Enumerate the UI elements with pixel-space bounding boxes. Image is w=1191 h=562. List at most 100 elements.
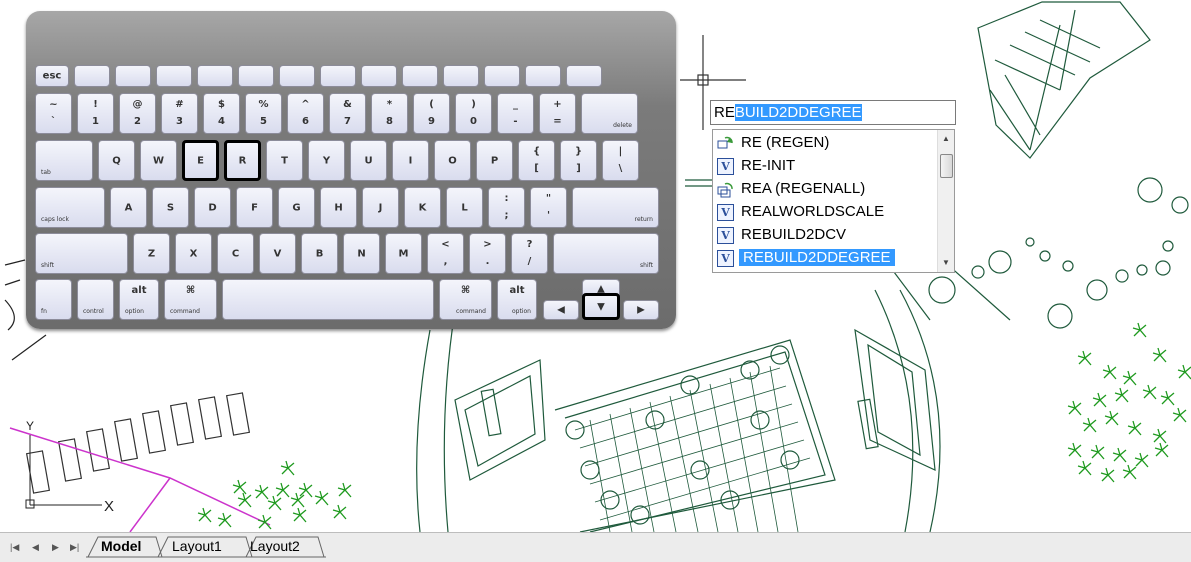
key-k: K	[404, 187, 441, 228]
plant-symbol	[280, 460, 295, 476]
plant-symbol	[1090, 444, 1105, 460]
key-tab: tab	[35, 140, 93, 181]
key-tab-label: tab	[41, 169, 51, 176]
key-space	[222, 279, 434, 320]
key-d-label: D	[208, 202, 217, 213]
key-9-label: 9	[428, 116, 435, 127]
plant-symbol	[232, 479, 247, 495]
key-f1	[74, 65, 110, 87]
plant-symbol	[1154, 442, 1169, 458]
scrollbar-thumb[interactable]	[940, 154, 953, 178]
key-down-arrow-label: ▼	[597, 301, 605, 312]
key-left-arrow-label: ◀	[557, 304, 565, 316]
key-h-label: H	[334, 202, 343, 213]
key-control-label: control	[83, 308, 104, 315]
key-punct-2-label: |	[618, 146, 623, 157]
key-p-label: P	[490, 155, 499, 166]
plant-symbol	[314, 490, 329, 506]
tab-layout2[interactable]: Layout2	[250, 537, 300, 556]
key-z: Z	[133, 233, 170, 274]
list-item[interactable]: V REALWORLDSCALE	[713, 201, 938, 224]
last-tab-icon[interactable]: ▶|	[70, 542, 79, 553]
key-0: ) 0	[455, 93, 492, 134]
key-5: % 5	[245, 93, 282, 134]
key-return-label: return	[634, 216, 653, 223]
plant-symbol	[1132, 322, 1147, 338]
tree-symbol-top-right	[977, 1, 1151, 159]
key-fn: fn	[35, 279, 72, 320]
key-y-label: Y	[322, 155, 331, 166]
key-command-right: ⌘ command	[439, 279, 492, 320]
key-r-label: R	[238, 155, 247, 166]
key-f2	[115, 65, 151, 87]
plant-symbol	[1082, 417, 1097, 433]
key-right-arrow: ▶	[623, 300, 659, 320]
key-punct-2: | \	[602, 140, 639, 181]
key-a-label: A	[124, 202, 133, 213]
list-item[interactable]: REA (REGENALL)	[713, 178, 938, 201]
key-4-label: $	[218, 99, 225, 110]
key-option-right-label: alt	[509, 285, 525, 296]
sysvar-icon: V	[717, 227, 734, 244]
list-item[interactable]: RE (REGEN)	[713, 132, 938, 155]
key-f6	[279, 65, 315, 87]
tab-layout1[interactable]: Layout1	[172, 537, 222, 556]
scroll-up-arrow-icon[interactable]: ▲	[938, 132, 954, 146]
key-`-label: `	[51, 116, 56, 127]
first-tab-icon[interactable]: |◀	[10, 542, 19, 553]
key-f3	[156, 65, 192, 87]
key-5-label: %	[258, 99, 269, 110]
key-punct-1-label: }	[574, 146, 583, 157]
key-home-punct-1-label: '	[546, 210, 551, 221]
list-item-label: RE-INIT	[741, 157, 796, 174]
key-x: X	[175, 233, 212, 274]
key-delete: delete	[581, 93, 638, 134]
key-p: P	[476, 140, 513, 181]
key-f: F	[236, 187, 273, 228]
key-6-label: 6	[302, 116, 309, 127]
autocomplete-list[interactable]: RE (REGEN) V RE-INIT REA (REGENALL) V RE…	[712, 129, 955, 273]
key-2-label: @	[132, 99, 143, 110]
key-8-label: *	[386, 99, 393, 110]
key-4-label: 4	[218, 116, 225, 127]
key-bottom-punct-1-label: .	[485, 256, 490, 267]
key-3-label: #	[175, 99, 184, 110]
key-home-punct-1: " '	[530, 187, 567, 228]
key-8: * 8	[371, 93, 408, 134]
key-home-punct-1-label: "	[545, 193, 552, 204]
prev-tab-icon[interactable]: ◀	[32, 542, 39, 553]
key-fn-label: fn	[41, 308, 47, 315]
key-b: B	[301, 233, 338, 274]
key-3-label: 3	[176, 116, 183, 127]
plant-symbol	[1102, 364, 1117, 380]
key-7: & 7	[329, 93, 366, 134]
plant-symbol	[217, 512, 232, 528]
next-tab-icon[interactable]: ▶	[52, 542, 59, 553]
key-f8	[361, 65, 397, 87]
tab-model[interactable]: Model	[101, 537, 141, 556]
key-z-label: Z	[147, 248, 156, 259]
key---label: _	[513, 99, 518, 110]
key-k-label: K	[418, 202, 427, 213]
list-item-selected[interactable]: V REBUILD2DDEGREE	[713, 247, 938, 270]
scroll-down-arrow-icon[interactable]: ▼	[938, 256, 954, 270]
list-item[interactable]: V RE-INIT	[713, 155, 938, 178]
plant-symbol	[1152, 428, 1167, 444]
key-bottom-punct-2-label: /	[527, 256, 532, 267]
key-command-left-label: command	[170, 308, 200, 315]
key-option-left-label: alt	[131, 285, 147, 296]
key-1-label: !	[93, 99, 98, 110]
key-command-right-label: ⌘	[460, 285, 471, 296]
command-input[interactable]: REBUILD2DDEGREE	[710, 100, 956, 125]
list-scrollbar[interactable]: ▲ ▼	[937, 130, 954, 272]
ucs-y-label: Y	[26, 419, 34, 433]
key-shift-left-label: shift	[41, 262, 54, 269]
key-f5	[238, 65, 274, 87]
key-right-arrow-label: ▶	[637, 304, 645, 316]
key-e-label: E	[197, 155, 204, 166]
plant-symbol	[1114, 387, 1129, 403]
plant-symbol	[237, 492, 252, 508]
plant-symbol	[1077, 460, 1092, 476]
list-item[interactable]: V REBUILD2DCV	[713, 224, 938, 247]
key-option-left-label: option	[125, 308, 144, 315]
